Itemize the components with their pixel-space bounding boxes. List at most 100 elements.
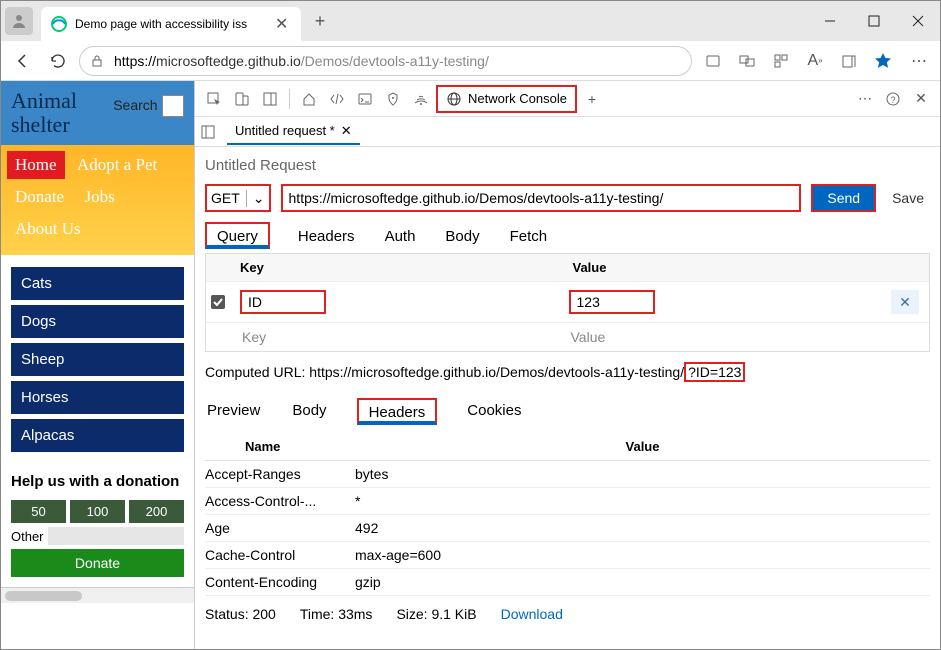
header-row: Age492	[205, 515, 930, 542]
amount-100[interactable]: 100	[70, 500, 125, 523]
nav-jobs[interactable]: Jobs	[77, 183, 123, 211]
header-row: Cache-Controlmax-age=600	[205, 542, 930, 569]
minimize-button[interactable]	[808, 1, 852, 41]
console-icon[interactable]	[352, 86, 378, 112]
tab-resp-headers[interactable]: Headers	[357, 398, 438, 425]
close-devtools-icon[interactable]: ✕	[908, 86, 934, 112]
status-bar: Status: 200 Time: 33ms Size: 9.1 KiB Dow…	[205, 596, 930, 626]
help-icon[interactable]: ?	[880, 86, 906, 112]
computed-url: Computed URL: https://microsoftedge.gith…	[205, 364, 930, 380]
delete-row-button[interactable]: ✕	[891, 290, 919, 314]
horizontal-scrollbar[interactable]	[1, 587, 194, 603]
site-header: Animal shelter Search	[1, 81, 194, 145]
categories: Cats Dogs Sheep Horses Alpacas	[1, 255, 194, 469]
amount-200[interactable]: 200	[129, 500, 184, 523]
elements-icon[interactable]	[324, 86, 350, 112]
welcome-icon[interactable]	[296, 86, 322, 112]
status-size: Size: 9.1 KiB	[396, 606, 476, 622]
donate-button[interactable]: Donate	[11, 549, 184, 577]
app-icon[interactable]	[698, 46, 728, 76]
nav-donate[interactable]: Donate	[7, 183, 72, 211]
tab-fetch[interactable]: Fetch	[508, 224, 550, 249]
network-console-body: Untitled Request GET ⌄ Send Save Query H…	[195, 147, 940, 649]
tab-resp-body[interactable]: Body	[290, 398, 328, 425]
menu-button[interactable]: ⋯	[904, 46, 934, 76]
value-placeholder[interactable]: Value	[563, 329, 892, 345]
key-placeholder[interactable]: Key	[234, 329, 563, 345]
url-path: /Demos/devtools-a11y-testing/	[301, 53, 489, 69]
edge-icon	[51, 16, 67, 32]
devtools-panel: Network Console + ⋯ ? ✕ Untitled request…	[194, 81, 940, 649]
reader-icon[interactable]: A»	[800, 46, 830, 76]
tab-title: Demo page with accessibility iss	[75, 17, 275, 31]
nav-home[interactable]: Home	[7, 151, 65, 179]
donation-section: Help us with a donation 50 100 200 Other…	[1, 469, 194, 587]
chevron-down-icon: ⌄	[246, 190, 265, 207]
donation-heading: Help us with a donation	[11, 473, 184, 490]
cat-cats[interactable]: Cats	[11, 267, 184, 300]
nav-about[interactable]: About Us	[7, 215, 89, 243]
close-request-icon[interactable]: ✕	[341, 123, 352, 139]
header-row: Access-Control-...*	[205, 488, 930, 515]
tab-preview[interactable]: Preview	[205, 398, 262, 425]
tab-cookies[interactable]: Cookies	[465, 398, 523, 425]
tab-body[interactable]: Body	[443, 224, 481, 249]
collections-icon[interactable]	[834, 46, 864, 76]
amount-50[interactable]: 50	[11, 500, 66, 523]
url-host: microsoftedge.github.io	[156, 53, 301, 69]
toggle-pane-icon[interactable]	[201, 125, 227, 139]
status-time: Time: 33ms	[300, 606, 373, 622]
inspect-icon[interactable]	[201, 86, 227, 112]
close-window-button[interactable]	[896, 1, 940, 41]
other-label: Other	[11, 529, 44, 544]
network-icon[interactable]	[408, 86, 434, 112]
sources-icon[interactable]	[380, 86, 406, 112]
cat-horses[interactable]: Horses	[11, 381, 184, 414]
qr-icon[interactable]	[766, 46, 796, 76]
network-console-tab[interactable]: Network Console	[436, 85, 577, 113]
query-checkbox[interactable]	[210, 294, 234, 310]
cat-dogs[interactable]: Dogs	[11, 305, 184, 338]
request-tab[interactable]: Untitled request * ✕	[227, 119, 360, 145]
maximize-button[interactable]	[852, 1, 896, 41]
tab-auth[interactable]: Auth	[383, 224, 418, 249]
address-bar[interactable]: https://microsoftedge.github.io/Demos/de…	[79, 46, 692, 76]
request-tab-label: Untitled request *	[235, 123, 335, 138]
query-key[interactable]: ID	[240, 290, 326, 314]
tab-query[interactable]: Query	[205, 222, 270, 249]
globe-icon	[446, 91, 462, 107]
save-button[interactable]: Save	[886, 186, 930, 210]
name-header: Name	[205, 439, 355, 454]
device-icon[interactable]	[229, 86, 255, 112]
profile-icon[interactable]	[5, 7, 33, 35]
value-header-2: Value	[355, 439, 930, 454]
search-input[interactable]	[162, 95, 184, 117]
computed-querystring: ?ID=123	[684, 362, 745, 382]
close-tab-icon[interactable]: ✕	[275, 14, 291, 34]
method-select[interactable]: GET ⌄	[205, 184, 271, 212]
tab-headers[interactable]: Headers	[296, 224, 357, 249]
query-row-empty: Key Value	[206, 322, 929, 351]
more-tabs-icon[interactable]: +	[579, 86, 605, 112]
download-link[interactable]: Download	[501, 606, 563, 622]
network-console-label: Network Console	[468, 91, 567, 106]
query-value[interactable]: 123	[569, 290, 655, 314]
screens-icon[interactable]	[732, 46, 762, 76]
new-tab-button[interactable]: +	[305, 11, 335, 32]
send-button[interactable]: Send	[811, 184, 876, 212]
url-input[interactable]	[281, 184, 802, 212]
method-value: GET	[211, 190, 240, 206]
dock-icon[interactable]	[257, 86, 283, 112]
favorite-icon[interactable]	[868, 46, 898, 76]
header-row: Accept-Rangesbytes	[205, 461, 930, 488]
request-title: Untitled Request	[205, 157, 930, 174]
browser-tab[interactable]: Demo page with accessibility iss ✕	[41, 7, 301, 41]
back-button[interactable]	[7, 46, 37, 76]
other-input[interactable]	[48, 527, 184, 545]
cat-alpacas[interactable]: Alpacas	[11, 419, 184, 452]
svg-text:?: ?	[890, 95, 895, 105]
nav-adopt[interactable]: Adopt a Pet	[69, 151, 165, 179]
refresh-button[interactable]	[43, 46, 73, 76]
cat-sheep[interactable]: Sheep	[11, 343, 184, 376]
more-icon[interactable]: ⋯	[852, 86, 878, 112]
